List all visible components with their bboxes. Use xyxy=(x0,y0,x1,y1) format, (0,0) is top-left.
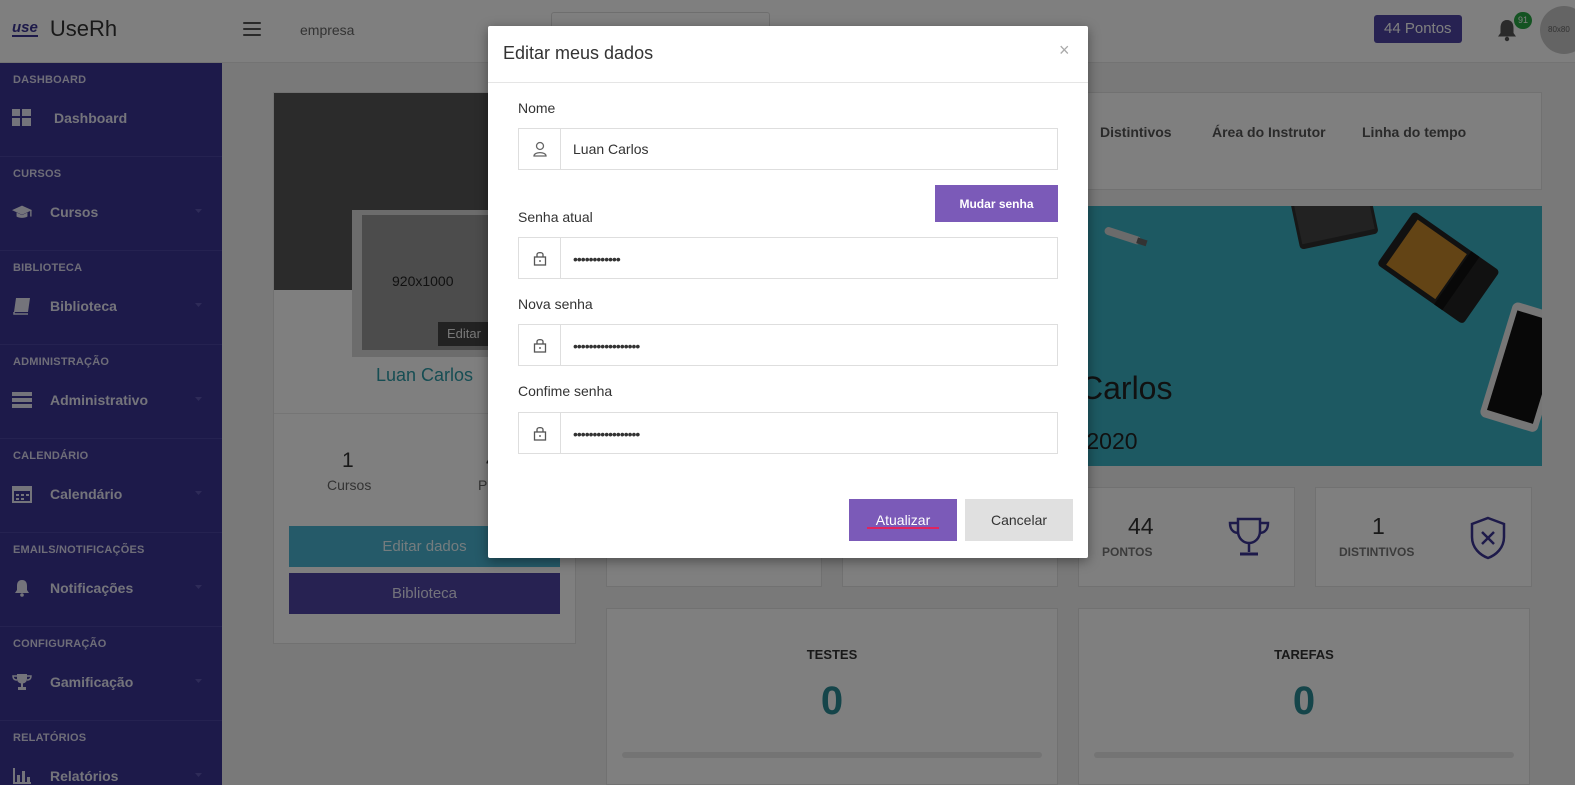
new-password-label: Nova senha xyxy=(518,296,593,312)
focus-underline xyxy=(867,527,939,529)
change-password-button[interactable]: Mudar senha xyxy=(935,185,1058,222)
confirm-password-group[interactable]: ••••••••••••••••• xyxy=(518,412,1058,454)
update-button-label: Atualizar xyxy=(875,512,931,528)
lock-icon xyxy=(519,413,561,453)
lock-icon xyxy=(519,238,561,278)
new-password-group[interactable]: ••••••••••••••••• xyxy=(518,324,1058,366)
modal-header: Editar meus dados × xyxy=(488,26,1088,83)
user-icon xyxy=(519,129,561,169)
name-input[interactable] xyxy=(573,129,1043,169)
edit-profile-modal: Editar meus dados × Nome Mudar senha Sen… xyxy=(488,26,1088,558)
confirm-password-input[interactable]: ••••••••••••••••• xyxy=(573,426,640,442)
current-password-label: Senha atual xyxy=(518,209,593,225)
close-icon[interactable]: × xyxy=(1059,41,1070,59)
name-field-group xyxy=(518,128,1058,170)
update-button[interactable]: Atualizar xyxy=(849,499,957,541)
new-password-input[interactable]: ••••••••••••••••• xyxy=(573,338,640,354)
name-label: Nome xyxy=(518,100,556,116)
confirm-password-label: Confime senha xyxy=(518,383,613,399)
lock-icon xyxy=(519,325,561,365)
cancel-button[interactable]: Cancelar xyxy=(965,499,1073,541)
current-password-input[interactable]: •••••••••••• xyxy=(573,251,621,267)
current-password-group[interactable]: •••••••••••• xyxy=(518,237,1058,279)
modal-title: Editar meus dados xyxy=(503,43,654,63)
